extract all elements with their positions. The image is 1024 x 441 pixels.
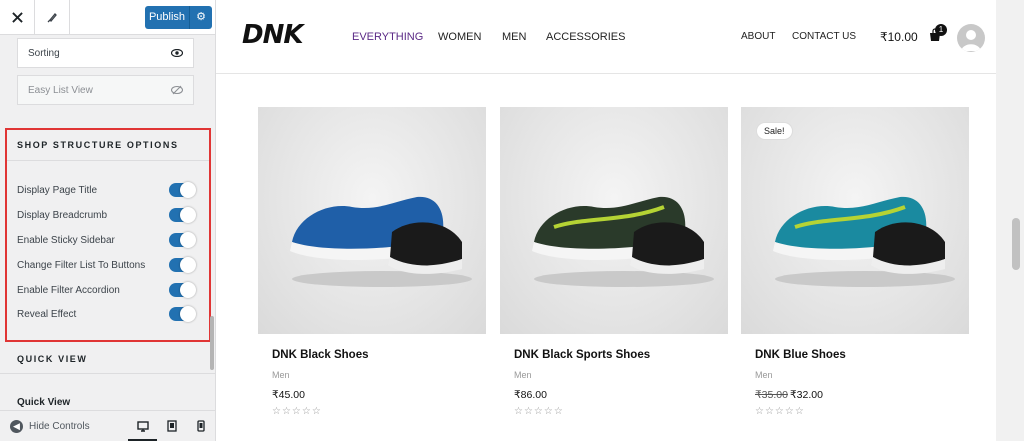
avatar[interactable]: [957, 24, 985, 52]
toggle-label: Enable Filter Accordion: [17, 284, 120, 296]
product-image[interactable]: [258, 107, 486, 334]
mobile-preview-button[interactable]: [186, 411, 215, 441]
cart-count-badge: 1: [935, 24, 947, 36]
shoe-image: [773, 196, 955, 287]
close-button[interactable]: [0, 0, 35, 35]
product-category[interactable]: Men: [741, 370, 969, 380]
toggle-switch[interactable]: [169, 306, 196, 322]
page-scrollbar[interactable]: [1008, 0, 1024, 441]
rating-stars: ☆☆☆☆☆: [272, 406, 322, 417]
toggle-switch[interactable]: [169, 182, 196, 198]
product-category[interactable]: Men: [500, 370, 728, 380]
mobile-icon: [196, 420, 205, 432]
nav-everything[interactable]: EVERYTHING: [352, 31, 423, 43]
toggle-label: Display Breadcrumb: [17, 209, 108, 221]
toggle-label: Display Page Title: [17, 184, 98, 196]
product-name[interactable]: DNK Black Sports Shoes: [500, 349, 728, 361]
product-price: ₹45.00: [272, 389, 305, 401]
nav-about[interactable]: ABOUT: [741, 31, 775, 42]
shoe-image: [290, 196, 472, 287]
arrow-left-icon: ◀: [10, 419, 23, 433]
cart-total: ₹10.00: [880, 30, 918, 44]
toggle-label: Reveal Effect: [17, 308, 77, 320]
nav-contact-us[interactable]: CONTACT US: [792, 31, 856, 42]
nav-women[interactable]: WOMEN: [438, 31, 481, 43]
publish-button[interactable]: Publish ⚙: [145, 6, 212, 29]
product-image[interactable]: Sale!: [741, 107, 969, 334]
product-price: ₹35.00 ₹32.00: [741, 389, 969, 401]
option-label: Easy List View: [28, 84, 93, 96]
product-card[interactable]: Sale! DNK Blue Shoes Men ₹35.00 ₹32.00 ☆☆…: [741, 107, 969, 417]
publish-label: Publish: [145, 6, 190, 29]
customizer-footer: ◀ Hide Controls: [0, 410, 215, 441]
sale-badge: Sale!: [756, 122, 793, 140]
toggle-switch[interactable]: [169, 232, 196, 248]
toggle-filter-list-buttons[interactable]: Change Filter List To Buttons: [17, 256, 196, 274]
brush-icon: [47, 12, 57, 22]
toggle-reveal-effect[interactable]: Reveal Effect: [17, 305, 196, 323]
nav-men[interactable]: MEN: [502, 31, 526, 43]
old-price: ₹35.00: [755, 389, 788, 401]
product-price: ₹86.00: [514, 389, 547, 401]
sale-price: ₹32.00: [789, 389, 823, 401]
tablet-preview-button[interactable]: [157, 411, 186, 441]
eye-icon[interactable]: [171, 49, 183, 57]
toggle-filter-accordion[interactable]: Enable Filter Accordion: [17, 281, 196, 299]
user-icon: [961, 30, 981, 51]
desktop-icon: [136, 420, 149, 432]
quick-view-label: Quick View: [17, 397, 71, 408]
tools-button[interactable]: [35, 0, 70, 35]
nav-accessories[interactable]: ACCESSORIES: [546, 31, 625, 43]
divider: [7, 160, 209, 161]
toggle-label: Enable Sticky Sidebar: [17, 234, 115, 246]
site-header: DNK EVERYTHING WOMEN MEN ACCESSORIES ABO…: [216, 0, 996, 73]
product-grid: DNK Black Shoes Men ₹45.00 ☆☆☆☆☆ DNK Bla…: [216, 73, 996, 441]
product-name[interactable]: DNK Black Shoes: [258, 349, 486, 361]
shop-structure-title: SHOP STRUCTURE OPTIONS: [17, 140, 179, 150]
tablet-icon: [166, 420, 177, 432]
option-sorting[interactable]: Sorting: [17, 38, 194, 68]
toggle-display-breadcrumb[interactable]: Display Breadcrumb: [17, 206, 196, 224]
rating-stars: ☆☆☆☆☆: [514, 406, 564, 417]
scrollbar-thumb[interactable]: [1012, 218, 1020, 270]
quick-view-title: QUICK VIEW: [17, 354, 88, 364]
toggle-switch[interactable]: [169, 207, 196, 223]
shoe-image: [532, 196, 714, 287]
toggle-switch[interactable]: [169, 257, 196, 273]
product-card[interactable]: DNK Black Sports Shoes Men ₹86.00 ☆☆☆☆☆: [500, 107, 728, 417]
rating-stars: ☆☆☆☆☆: [755, 406, 805, 417]
product-name[interactable]: DNK Blue Shoes: [741, 349, 969, 361]
option-label: Sorting: [28, 47, 60, 59]
toggle-enable-sticky-sidebar[interactable]: Enable Sticky Sidebar: [17, 231, 196, 249]
close-icon: [11, 12, 23, 23]
hide-controls-label: Hide Controls: [29, 420, 90, 432]
toggle-switch[interactable]: [169, 282, 196, 298]
toggle-display-page-title[interactable]: Display Page Title: [17, 181, 196, 199]
gear-icon[interactable]: ⚙: [190, 6, 212, 29]
site-logo[interactable]: DNK: [242, 20, 303, 50]
toggle-label: Change Filter List To Buttons: [17, 259, 146, 271]
customizer-topbar: Publish ⚙: [0, 0, 215, 35]
desktop-preview-button[interactable]: [128, 411, 157, 441]
product-category[interactable]: Men: [258, 370, 486, 380]
option-easy-list-view[interactable]: Easy List View: [17, 75, 194, 105]
product-card[interactable]: DNK Black Shoes Men ₹45.00 ☆☆☆☆☆: [258, 107, 486, 417]
sidebar-scrollbar[interactable]: [210, 316, 214, 370]
site-preview: DNK EVERYTHING WOMEN MEN ACCESSORIES ABO…: [216, 0, 1008, 441]
hide-controls-button[interactable]: ◀ Hide Controls: [0, 419, 128, 433]
customizer-sidebar: Publish ⚙ Sorting Easy List View SHOP ST…: [0, 0, 216, 441]
eye-slash-icon[interactable]: [171, 85, 183, 95]
divider: [0, 373, 215, 374]
product-image[interactable]: [500, 107, 728, 334]
